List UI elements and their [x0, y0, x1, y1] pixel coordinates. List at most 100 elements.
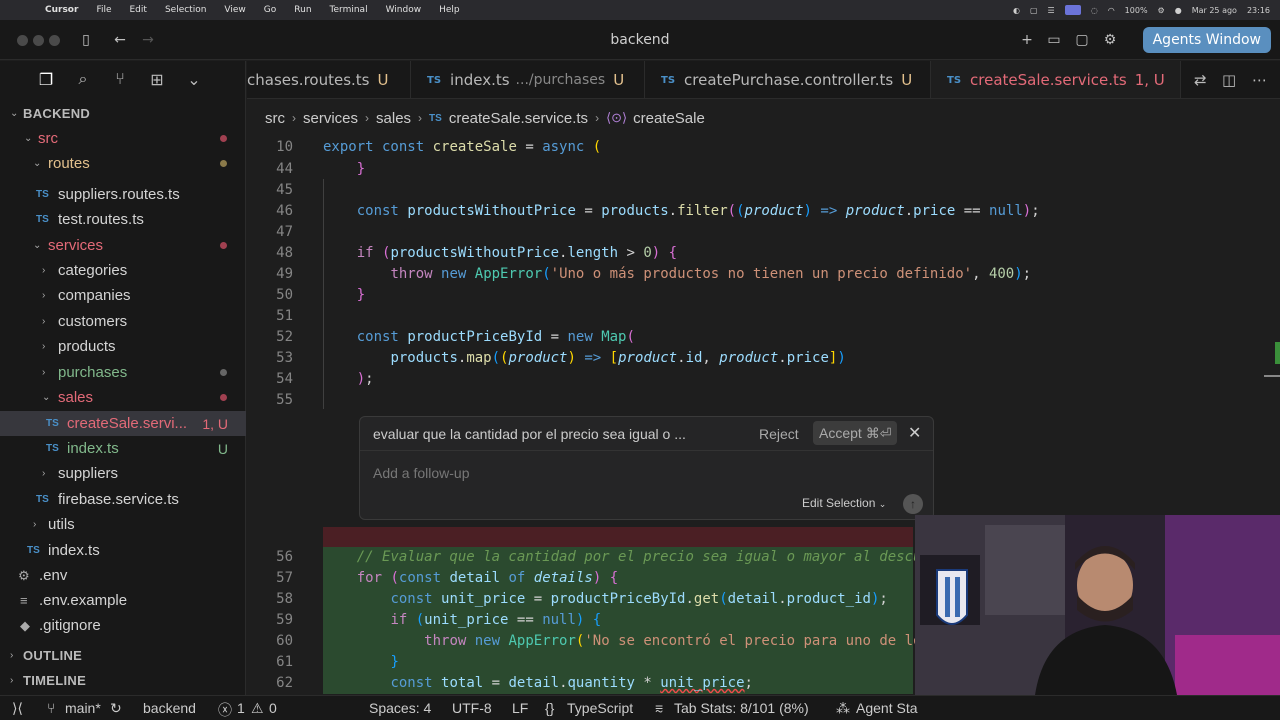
code-row[interactable]: 51: [247, 306, 1280, 327]
code-row[interactable]: 49 throw new AppError('Uno o más product…: [247, 264, 1280, 285]
tree-file-root-index[interactable]: TS index.ts: [0, 538, 246, 563]
tree-folder-services[interactable]: ⌄ services: [0, 233, 246, 258]
tree-folder-companies[interactable]: › companies: [0, 283, 246, 308]
agent-status[interactable]: Agent Sta: [856, 700, 918, 716]
code-line: throw new AppError('No se encontró el pr…: [424, 633, 930, 649]
settings-gear-icon[interactable]: ⚙: [1100, 30, 1120, 50]
search-icon[interactable]: ⌕: [73, 71, 93, 89]
tree-file-suppliers-routes[interactable]: TS suppliers.routes.ts: [0, 182, 246, 207]
tab-createsale-service[interactable]: TS createSale.service.ts 1, U: [931, 61, 1181, 98]
tab-purchases-index[interactable]: TS index.ts .../purchases U: [411, 61, 645, 98]
control-center-icon[interactable]: ⚙: [1158, 6, 1165, 15]
chevron-down-icon[interactable]: ⌄: [184, 70, 204, 90]
tree-file-env-example[interactable]: ≡ .env.example: [0, 588, 246, 613]
code-row[interactable]: 48 if (productsWithoutPrice.length > 0) …: [247, 243, 1280, 264]
compare-changes-icon[interactable]: ⇄: [1194, 71, 1207, 89]
tree-file-createsale-service[interactable]: TS createSale.servi... 1, U: [0, 411, 246, 436]
menu-go[interactable]: Go: [255, 5, 285, 15]
menu-app-name[interactable]: Cursor: [36, 5, 87, 15]
tab-purchases-routes[interactable]: chases.routes.ts U: [247, 61, 411, 98]
explorer-files-icon[interactable]: ❐: [36, 70, 56, 90]
inline-edit-query[interactable]: evaluar que la cantidad por el precio se…: [373, 426, 686, 442]
split-editor-icon[interactable]: ◫: [1222, 71, 1236, 89]
close-icon[interactable]: ✕: [908, 423, 921, 443]
remote-icon[interactable]: ⟩⟨: [12, 700, 23, 717]
language-mode[interactable]: TypeScript: [567, 700, 633, 716]
code-row[interactable]: 44 }: [247, 159, 1280, 180]
indentation-setting[interactable]: Spaces: 4: [369, 700, 431, 716]
error-count[interactable]: 1: [237, 700, 245, 716]
scrollbar-thumb[interactable]: [1264, 375, 1280, 377]
status-tray-icon[interactable]: ▢: [1030, 6, 1038, 15]
reject-button[interactable]: Reject: [759, 426, 799, 442]
toggle-panel-icon[interactable]: ▭: [1044, 30, 1064, 50]
tab-createpurchase-controller[interactable]: TS createPurchase.controller.ts U: [645, 61, 931, 98]
tree-file-gitignore[interactable]: ◆ .gitignore: [0, 613, 246, 638]
accept-button[interactable]: Accept ⌘⏎: [813, 421, 898, 445]
edit-mode-dropdown[interactable]: Edit Selection ⌄: [802, 496, 886, 510]
wifi-icon[interactable]: ◠: [1108, 6, 1115, 15]
menu-date[interactable]: Mar 25 ago: [1192, 6, 1237, 15]
breadcrumb-symbol[interactable]: createSale: [633, 110, 705, 127]
breadcrumb-file[interactable]: createSale.service.ts: [449, 110, 588, 127]
menu-window[interactable]: Window: [377, 5, 431, 15]
code-row[interactable]: 46 const productsWithoutPrice = products…: [247, 201, 1280, 222]
code-row[interactable]: 50 }: [247, 285, 1280, 306]
tree-file-test-routes[interactable]: TS test.routes.ts: [0, 207, 246, 232]
menu-file[interactable]: File: [87, 5, 120, 15]
new-agent-plus-icon[interactable]: +: [1017, 30, 1037, 50]
followup-input[interactable]: Add a follow-up: [373, 465, 470, 481]
chat-icon[interactable]: ▢: [1072, 30, 1092, 50]
breadcrumb-item[interactable]: sales: [376, 110, 411, 127]
tree-folder-sales[interactable]: ⌄ sales: [0, 385, 246, 410]
status-tray-icon[interactable]: ◐: [1013, 6, 1020, 15]
more-actions-icon[interactable]: ⋯: [1252, 71, 1267, 89]
sync-icon[interactable]: ↻: [110, 700, 122, 717]
extensions-icon[interactable]: ⊞: [147, 70, 167, 90]
menu-time[interactable]: 23:16: [1247, 6, 1270, 15]
code-row[interactable]: 55: [247, 390, 1280, 411]
code-row[interactable]: 47: [247, 222, 1280, 243]
agents-window-button[interactable]: Agents Window: [1142, 27, 1271, 53]
menu-help[interactable]: Help: [430, 5, 469, 15]
eol-setting[interactable]: LF: [512, 700, 528, 716]
code-row[interactable]: 45: [247, 180, 1280, 201]
encoding-setting[interactable]: UTF-8: [452, 700, 492, 716]
git-branch[interactable]: main*: [65, 700, 101, 716]
tree-folder-src[interactable]: ⌄ src: [0, 126, 246, 151]
battery-level[interactable]: 100%: [1125, 6, 1148, 15]
status-tray-icon[interactable]: ☰: [1048, 6, 1055, 15]
tree-folder-products[interactable]: › products: [0, 334, 246, 359]
timeline-section-header[interactable]: › TIMELINE: [0, 668, 246, 693]
menu-run[interactable]: Run: [285, 5, 320, 15]
workspace-name[interactable]: backend: [143, 700, 196, 716]
warning-count[interactable]: 0: [269, 700, 277, 716]
code-row[interactable]: 54 );: [247, 369, 1280, 390]
menu-selection[interactable]: Selection: [156, 5, 215, 15]
code-row[interactable]: 53 products.map((product) => [product.id…: [247, 348, 1280, 369]
tree-folder-categories[interactable]: › categories: [0, 258, 246, 283]
menu-terminal[interactable]: Terminal: [321, 5, 377, 15]
tree-folder-utils[interactable]: › utils: [0, 512, 246, 537]
siri-icon[interactable]: ●: [1175, 6, 1182, 15]
tree-folder-customers[interactable]: › customers: [0, 309, 246, 334]
tree-folder-purchases[interactable]: › purchases: [0, 360, 246, 385]
tree-file-firebase-service[interactable]: TS firebase.service.ts: [0, 487, 246, 512]
tree-file-env[interactable]: ⚙ .env: [0, 563, 246, 588]
outline-section-header[interactable]: › OUTLINE: [0, 643, 246, 668]
tree-file-sales-index[interactable]: TS index.ts U: [0, 436, 246, 461]
screen-record-icon[interactable]: [1064, 5, 1081, 15]
tree-folder-routes[interactable]: ⌄ routes: [0, 151, 246, 176]
send-arrow-up-icon[interactable]: ↑: [903, 494, 923, 514]
explorer-root-header[interactable]: ⌄ BACKEND: [0, 101, 246, 126]
tab-stats[interactable]: Tab Stats: 8/101 (8%): [674, 700, 809, 716]
code-row[interactable]: 52 const productPriceById = new Map(: [247, 327, 1280, 348]
breadcrumb-item[interactable]: src: [265, 110, 285, 127]
menu-edit[interactable]: Edit: [121, 5, 156, 15]
breadcrumb-item[interactable]: services: [303, 110, 358, 127]
tree-folder-suppliers[interactable]: › suppliers: [0, 461, 246, 486]
source-control-icon[interactable]: ⑂: [110, 71, 130, 89]
sticky-scroll-line[interactable]: 10 export const createSale = async (: [247, 137, 1280, 158]
menu-view[interactable]: View: [215, 5, 254, 15]
status-tray-icon[interactable]: ◌: [1091, 6, 1098, 15]
